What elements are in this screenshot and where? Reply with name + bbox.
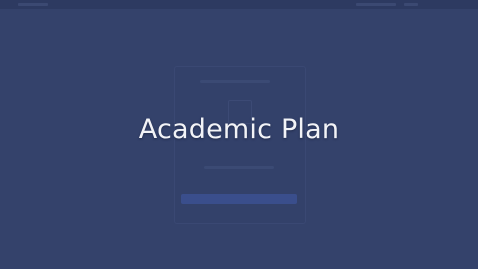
blurred-top-bar-item (356, 3, 396, 6)
blurred-background-line (204, 166, 274, 169)
blurred-background-line (200, 80, 270, 83)
overlay-title: Academic Plan (138, 114, 340, 145)
blurred-background-button (181, 194, 297, 204)
blurred-top-bar-item (18, 3, 48, 6)
video-title-frame: Academic Plan (0, 0, 478, 269)
blurred-top-bar-item (404, 3, 418, 6)
blurred-top-bar (0, 0, 478, 9)
